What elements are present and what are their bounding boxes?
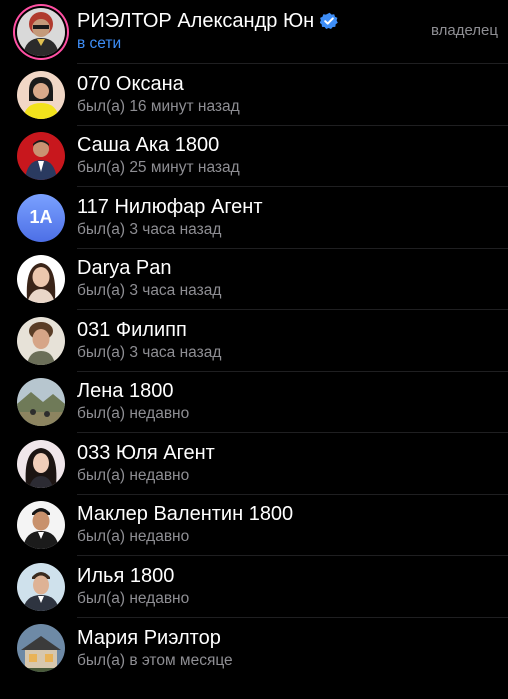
member-status: был(а) 16 минут назад <box>77 97 240 115</box>
member-status: был(а) 3 часа назад <box>77 343 222 361</box>
member-status: был(а) 3 часа назад <box>77 220 222 238</box>
avatar <box>17 70 65 119</box>
avatar <box>17 439 65 488</box>
person-photo-icon <box>17 255 65 304</box>
member-name: 033 Юля Агент <box>77 441 215 464</box>
member-info: 033 Юля Агент был(а) недавно <box>77 433 508 495</box>
member-row[interactable]: Илья 1800 был(а) недавно <box>0 556 508 618</box>
member-info: Саша Ака 1800 был(а) 25 минут назад <box>77 126 508 187</box>
person-photo-icon <box>17 70 65 119</box>
member-row-owner[interactable]: РИЭЛТОР Александр Юн в сети владелец <box>0 0 508 64</box>
member-info: Мария Риэлтор был(а) в этом месяце <box>77 618 508 680</box>
avatar <box>17 255 65 304</box>
member-name: Мария Риэлтор <box>77 626 221 649</box>
person-photo-icon <box>17 316 65 365</box>
member-info: 070 Оксана был(а) 16 минут назад <box>77 64 508 126</box>
person-photo-icon <box>17 562 65 611</box>
person-photo-icon <box>17 132 65 181</box>
avatar: 1A <box>17 193 65 242</box>
verified-badge-icon <box>320 12 339 30</box>
member-status: был(а) 3 часа назад <box>77 282 222 300</box>
member-name: Лена 1800 <box>77 380 174 403</box>
member-name: Илья 1800 <box>77 564 175 587</box>
member-row[interactable]: 031 Филипп был(а) 3 часа назад <box>0 310 508 372</box>
house-photo-icon <box>17 624 65 673</box>
member-info: 117 Нилюфар Агент был(а) 3 часа назад <box>77 187 508 249</box>
member-name: 031 Филипп <box>77 318 187 341</box>
member-info: Лена 1800 был(а) недавно <box>77 372 508 433</box>
avatar <box>17 132 65 181</box>
member-row[interactable]: Маклер Валентин 1800 был(а) недавно <box>0 495 508 556</box>
member-status: был(а) недавно <box>77 466 190 484</box>
member-name: 070 Оксана <box>77 72 184 95</box>
person-photo-icon <box>17 439 65 488</box>
member-row[interactable]: 033 Юля Агент был(а) недавно <box>0 433 508 495</box>
members-list: РИЭЛТОР Александр Юн в сети владелец 070… <box>0 0 508 699</box>
member-row[interactable]: Лена 1800 был(а) недавно <box>0 372 508 433</box>
member-status: был(а) 25 минут назад <box>77 159 240 177</box>
avatar <box>17 8 65 56</box>
member-row[interactable]: Мария Риэлтор был(а) в этом месяце <box>0 618 508 680</box>
landscape-photo-icon <box>17 378 65 427</box>
person-photo-icon <box>17 8 65 56</box>
member-status: был(а) недавно <box>77 589 190 607</box>
member-name: Darya Pan <box>77 257 172 280</box>
avatar <box>17 378 65 427</box>
member-row[interactable]: 1A 117 Нилюфар Агент был(а) 3 часа назад <box>0 187 508 249</box>
member-name: Маклер Валентин 1800 <box>77 503 294 526</box>
avatar <box>17 501 65 550</box>
role-badge: владелец <box>430 22 498 39</box>
initials-avatar: 1A <box>17 193 65 242</box>
member-name: 117 Нилюфар Агент <box>77 195 263 218</box>
member-name: РИЭЛТОР Александр Юн <box>77 10 315 32</box>
avatar <box>17 624 65 673</box>
member-status: был(а) недавно <box>77 528 190 546</box>
member-info: Илья 1800 был(а) недавно <box>77 556 508 618</box>
member-name: Саша Ака 1800 <box>77 134 220 157</box>
avatar <box>17 316 65 365</box>
member-row[interactable]: Darya Pan был(а) 3 часа назад <box>0 249 508 310</box>
member-status: был(а) недавно <box>77 405 190 423</box>
avatar <box>17 562 65 611</box>
member-row[interactable]: 070 Оксана был(а) 16 минут назад <box>0 64 508 126</box>
member-info: 031 Филипп был(а) 3 часа назад <box>77 310 508 372</box>
member-info: Darya Pan был(а) 3 часа назад <box>77 249 508 310</box>
member-row[interactable]: Саша Ака 1800 был(а) 25 минут назад <box>0 126 508 187</box>
member-status: был(а) в этом месяце <box>77 651 233 669</box>
person-photo-icon <box>17 501 65 550</box>
member-info: Маклер Валентин 1800 был(а) недавно <box>77 495 508 556</box>
